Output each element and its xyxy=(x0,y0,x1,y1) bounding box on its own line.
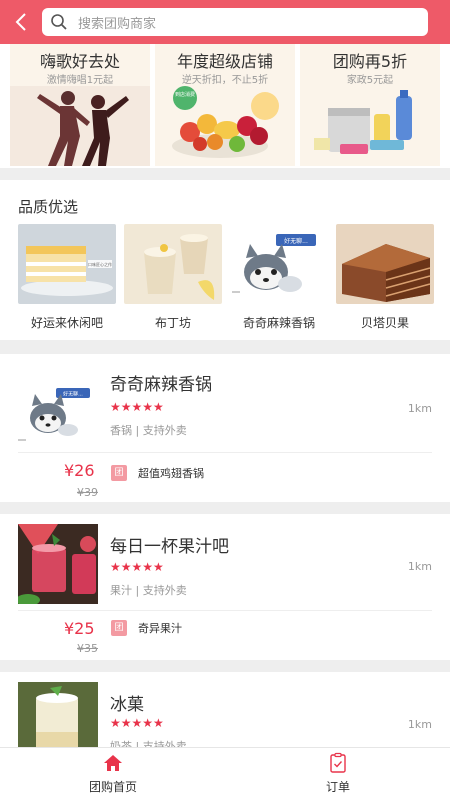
tab-label: 订单 xyxy=(325,780,350,794)
banner-karaoke[interactable]: 嗨歌好去处 激情嗨唱1元起 xyxy=(10,44,150,166)
tab-label: 团购首页 xyxy=(88,780,137,794)
banner-subtitle: 家政5元起 xyxy=(346,75,394,86)
banner-subtitle: 逆天折扣，不止5折 xyxy=(181,75,269,86)
image-caption: 口味匠心之作 xyxy=(88,261,112,267)
deal-price: ¥25 xyxy=(64,619,95,638)
section-heading: 品质优选 xyxy=(18,198,79,216)
shop-thumbnail: 好无聊... xyxy=(18,370,98,450)
shop-distance: 1km xyxy=(407,560,432,573)
home-icon xyxy=(104,755,122,771)
banner-title: 团购再5折 xyxy=(332,52,408,71)
deal-title[interactable]: 超值鸡翅香锅 xyxy=(138,465,204,481)
deal-price: ¥26 xyxy=(64,461,95,480)
chocolate-cake-image xyxy=(336,224,434,304)
quality-item-name: 布丁坊 xyxy=(154,316,191,330)
speech-bubble-text: 好无聊... xyxy=(63,391,83,398)
sticker-text: 到店消费 xyxy=(175,91,195,98)
shop-distance: 1km xyxy=(407,718,432,731)
dancers-illustration xyxy=(10,86,150,166)
search-icon xyxy=(51,14,67,30)
cake-image: 口味匠心之作 xyxy=(18,224,116,304)
banner-housekeeping[interactable]: 团购再5折 家政5元起 xyxy=(300,44,440,166)
quality-item-name: 好运来休闲吧 xyxy=(30,316,103,330)
shop-tags: 果汁 | 支持外卖 xyxy=(110,584,187,597)
quality-item[interactable]: 好无聊... 奇奇麻辣香锅 xyxy=(230,224,328,331)
banner-super-store[interactable]: 年度超级店铺 逆天折扣，不止5折 到店消费 xyxy=(155,44,295,166)
quality-item[interactable]: 贝塔贝果 xyxy=(336,224,434,331)
original-price: ¥39 xyxy=(77,486,98,499)
quality-item[interactable]: 口味匠心之作 好运来休闲吧 xyxy=(18,224,116,331)
shop-card[interactable]: 冰菓 ★★★★★ 奶茶 | 支持外卖 1km xyxy=(0,672,450,752)
shop-distance: 1km xyxy=(407,402,432,415)
top-bar: 搜索团购商家 xyxy=(0,0,450,44)
shop-tags: 香锅 | 支持外卖 xyxy=(110,424,187,437)
group-buy-badge: 团 xyxy=(111,465,127,481)
cleaning-supplies-illustration xyxy=(314,90,412,154)
quality-picks-section: 品质优选 口味匠心之作 好运来休闲吧 布丁坊 好无聊... 奇奇麻辣香锅 贝塔贝… xyxy=(0,180,450,340)
tab-orders[interactable]: 订单 xyxy=(278,752,398,795)
shop-card[interactable]: 好无聊... 奇奇麻辣香锅 ★★★★★ 香锅 | 支持外卖 1km ¥26 ¥3… xyxy=(0,354,450,502)
back-button[interactable] xyxy=(10,10,34,34)
shop-name: 冰菓 xyxy=(110,695,144,715)
clipboard-icon xyxy=(330,752,346,773)
divider xyxy=(18,610,432,611)
search-input[interactable]: 搜索团购商家 xyxy=(42,8,428,36)
deal-title[interactable]: 奇异果汁 xyxy=(138,620,182,636)
pudding-image xyxy=(124,224,222,304)
banner-subtitle: 激情嗨唱1元起 xyxy=(46,75,114,86)
search-placeholder: 搜索团购商家 xyxy=(78,17,157,32)
rating-stars: ★★★★★ xyxy=(110,716,164,730)
bottom-tab-bar: 团购首页 订单 xyxy=(0,747,450,800)
group-buy-badge: 团 xyxy=(111,620,127,636)
quality-item-name: 奇奇麻辣香锅 xyxy=(242,316,315,330)
shop-card[interactable]: 每日一杯果汁吧 ★★★★★ 果汁 | 支持外卖 1km ¥25 ¥35 团 奇异… xyxy=(0,514,450,660)
rating-stars: ★★★★★ xyxy=(110,400,164,414)
banner-title: 嗨歌好去处 xyxy=(39,52,120,71)
promo-banners: 嗨歌好去处 激情嗨唱1元起 年度超级店铺 逆天折扣，不止5折 到店消费 团购再5… xyxy=(0,44,450,168)
husky-mascot-image: 好无聊... xyxy=(230,224,328,304)
shop-name: 每日一杯果汁吧 xyxy=(110,537,229,557)
chevron-left-icon xyxy=(15,13,26,31)
tab-groupbuy-home[interactable]: 团购首页 xyxy=(53,752,173,795)
rating-stars: ★★★★★ xyxy=(110,560,164,574)
shop-name: 奇奇麻辣香锅 xyxy=(110,375,212,395)
banner-title: 年度超级店铺 xyxy=(176,52,273,71)
shop-thumbnail xyxy=(18,524,98,604)
shop-thumbnail xyxy=(18,682,98,752)
original-price: ¥35 xyxy=(77,642,98,655)
quality-item-name: 贝塔贝果 xyxy=(360,316,409,330)
fruit-bowl-illustration: 到店消费 xyxy=(172,86,279,158)
divider xyxy=(18,452,432,453)
speech-bubble-text: 好无聊... xyxy=(284,237,308,245)
quality-item[interactable]: 布丁坊 xyxy=(124,224,222,331)
